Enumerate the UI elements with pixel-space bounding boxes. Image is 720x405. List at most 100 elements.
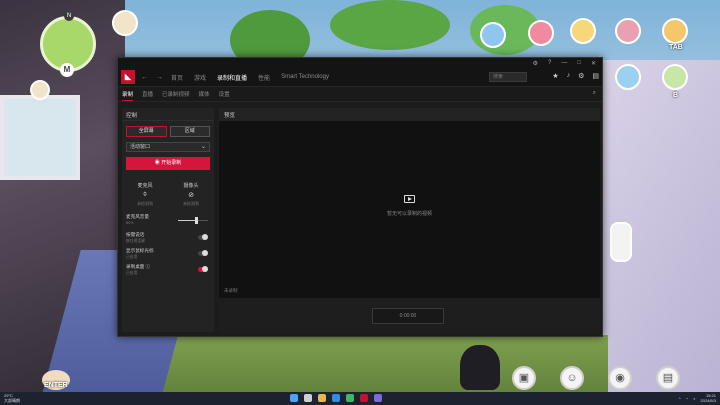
- chevron-down-icon: ⌄: [200, 144, 206, 150]
- search-input[interactable]: 搜索: [489, 72, 527, 82]
- preview-pane: 预览 暂无可以录制的视频 未录制 0:00:00: [219, 108, 600, 334]
- microphone-icon: ⌽: [142, 191, 148, 198]
- microphone-label: 麦克风: [137, 183, 153, 189]
- preview-header: 预览: [219, 108, 600, 121]
- mic-volume-fill: [178, 220, 196, 221]
- bell-icon[interactable]: ♪: [567, 72, 571, 80]
- maximize-icon[interactable]: □: [577, 60, 581, 66]
- nav-record-stream[interactable]: 录制和直播: [217, 73, 247, 82]
- shop-icon[interactable]: [615, 18, 641, 44]
- microphone-status: 未检测到: [137, 201, 153, 206]
- quest-hud-icon[interactable]: [30, 80, 50, 100]
- start-icon[interactable]: [290, 394, 298, 402]
- b-key-label: B: [673, 92, 679, 99]
- nav-home[interactable]: 首页: [171, 73, 183, 82]
- file-explorer-icon[interactable]: [318, 394, 326, 402]
- sidebar-toggle-icon[interactable]: ▤: [592, 72, 599, 80]
- nav-performance[interactable]: 性能: [258, 73, 270, 82]
- close-icon[interactable]: ✕: [591, 60, 596, 67]
- forward-arrow-icon[interactable]: →: [156, 74, 163, 81]
- smile-icon[interactable]: ☺: [560, 366, 584, 390]
- camera-label: 摄像头: [183, 183, 199, 189]
- info-icon[interactable]: ⓘ: [146, 264, 151, 269]
- tab-media[interactable]: 媒体: [199, 88, 210, 100]
- camera-off-icon: ⊘: [188, 192, 194, 199]
- amd-taskbar-icon[interactable]: [360, 394, 368, 402]
- record-desktop-sub: 已启用: [126, 271, 138, 275]
- recording-timer: 0:00:00: [372, 308, 444, 324]
- top-nav: ◣ ← → 首页 游戏 录制和直播 性能 Smart Technology 搜索…: [118, 68, 602, 87]
- mic-volume-slider[interactable]: [178, 217, 208, 224]
- weather-widget[interactable]: 29°C 大部晴朗: [4, 393, 20, 403]
- recording-status: 未录制: [224, 288, 238, 293]
- back-arrow-icon[interactable]: ←: [141, 74, 148, 81]
- start-recording-button[interactable]: ◉ 开始录制: [126, 157, 210, 170]
- title-bar: ⚙ ? — □ ✕: [118, 58, 602, 68]
- emote-icon[interactable]: [610, 222, 632, 262]
- camera-hud-icon[interactable]: [112, 10, 138, 36]
- settings-small-icon[interactable]: ⚙: [533, 60, 538, 67]
- clock[interactable]: 15:21 2024/8/3: [700, 393, 716, 403]
- camera-toggle[interactable]: 摄像头 ⊘ 未检测到: [176, 182, 206, 207]
- timer-bar: 0:00:00: [219, 298, 600, 334]
- show-cursor-row: 显示鼠标光标 已启用: [126, 248, 210, 262]
- balloon-icon[interactable]: [528, 20, 554, 46]
- vehicle-icon[interactable]: ▤: [656, 366, 680, 390]
- fullscreen-mode-button[interactable]: 全屏幕: [126, 126, 167, 137]
- edge-icon[interactable]: [332, 394, 340, 402]
- control-panel-header: 控制: [122, 108, 214, 121]
- tab-record[interactable]: 录制: [122, 88, 134, 101]
- backpack-icon[interactable]: [662, 18, 688, 44]
- control-panel: 控制 全屏幕 区域 活动窗口 ⌄ ◉ 开始录制 麦克风 ⌽ 未检测到 摄像头 ⊘…: [122, 108, 214, 332]
- region-mode-button[interactable]: 区域: [169, 126, 210, 137]
- capture-target-dropdown[interactable]: 活动窗口 ⌄: [126, 142, 210, 152]
- wifi-icon[interactable]: ◔: [686, 396, 688, 401]
- search-taskbar-icon[interactable]: [304, 394, 312, 402]
- camera-icon[interactable]: ◉: [608, 366, 632, 390]
- house-icon[interactable]: [615, 64, 641, 90]
- search-icon[interactable]: ⌕: [593, 90, 596, 97]
- record-icon: ◉: [154, 160, 160, 166]
- star-icon[interactable]: ★: [552, 72, 558, 80]
- lamp-post: [460, 345, 500, 390]
- sub-nav: 录制 直播 已录制视频 媒体 设置 ⌕: [118, 87, 602, 102]
- game-taskbar-icon[interactable]: [374, 394, 382, 402]
- amd-logo-icon: ◣: [121, 70, 135, 84]
- preview-placeholder: 暂无可以录制的视频: [219, 190, 600, 217]
- volume-icon[interactable]: ◖: [693, 396, 695, 401]
- mic-volume-handle[interactable]: [195, 217, 198, 224]
- show-cursor-sub: 已启用: [126, 255, 138, 259]
- system-tray: ^ ◔ ◖ 15:21 2024/8/3: [679, 393, 716, 403]
- amd-software-window: ⚙ ? — □ ✕ ◣ ← → 首页 游戏 录制和直播 性能 Smart Tec…: [117, 57, 603, 337]
- nav-gaming[interactable]: 游戏: [194, 73, 206, 82]
- bag-icon[interactable]: [662, 64, 688, 90]
- record-desktop-row: 录制桌面 ⓘ 已启用: [126, 264, 210, 278]
- window: [0, 95, 80, 180]
- map-button[interactable]: M: [60, 63, 74, 77]
- record-desktop-switch[interactable]: [198, 266, 208, 272]
- help-icon[interactable]: ?: [548, 60, 551, 66]
- planet-icon[interactable]: [480, 22, 506, 48]
- tab-stream[interactable]: 直播: [142, 88, 153, 100]
- chevron-up-icon[interactable]: ^: [679, 396, 681, 401]
- preview-message: 暂无可以录制的视频: [386, 211, 432, 217]
- store-icon[interactable]: [346, 394, 354, 402]
- tab-settings[interactable]: 设置: [219, 88, 230, 100]
- push-to-talk-switch[interactable]: [198, 234, 208, 240]
- enter-label: ENTER: [44, 382, 68, 389]
- mic-volume-row: 麦克风音量 80%: [126, 214, 210, 228]
- record-desktop-text: 录制桌面: [126, 264, 145, 269]
- gear-icon[interactable]: ⚙: [578, 72, 584, 80]
- show-cursor-switch[interactable]: [198, 250, 208, 256]
- windows-taskbar: 29°C 大部晴朗 ^ ◔ ◖ 15:21 2024/8/3: [0, 392, 720, 405]
- clock-date: 2024/8/3: [700, 398, 716, 403]
- taskbar-apps: [290, 394, 382, 402]
- tab-recorded-videos[interactable]: 已录制视频: [162, 88, 190, 100]
- microphone-toggle[interactable]: 麦克风 ⌽ 未检测到: [130, 182, 160, 207]
- car-icon[interactable]: ▣: [512, 366, 536, 390]
- minimize-icon[interactable]: —: [561, 60, 567, 66]
- nav-smart-technology[interactable]: Smart Technology: [281, 74, 329, 80]
- gift-icon[interactable]: [570, 18, 596, 44]
- push-to-talk-sub: 按住说话键: [126, 239, 145, 243]
- tab-key-label: TAB: [669, 44, 683, 51]
